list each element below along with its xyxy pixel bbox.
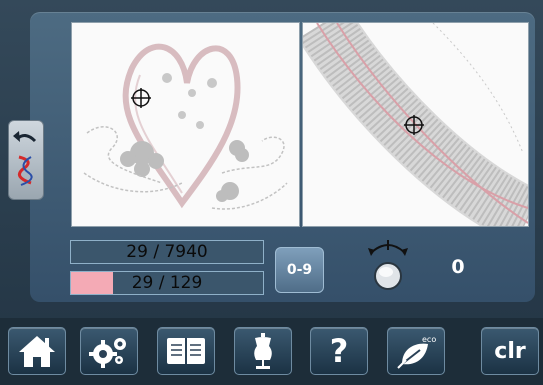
color-counter: 29 / 129 [70, 271, 264, 295]
book-icon [167, 338, 205, 364]
color-progress-fill [71, 272, 114, 294]
return-stitch-tab[interactable] [8, 120, 44, 200]
return-stitch-icon [13, 131, 37, 186]
knob-icon [368, 240, 408, 290]
settings-button[interactable] [80, 327, 138, 375]
stitch-knob[interactable] [366, 238, 410, 296]
stitch-detail-image [303, 23, 528, 226]
color-counter-text: 29 / 129 [131, 273, 203, 293]
knob-value: 0 [451, 256, 465, 278]
home-icon [19, 336, 55, 367]
leaf-icon: eco [397, 335, 436, 369]
gears-icon [89, 338, 126, 368]
question-icon: ? [329, 332, 349, 370]
home-button[interactable] [8, 327, 66, 375]
eco-label: eco [422, 335, 436, 344]
dress-form-icon [254, 333, 272, 369]
stitch-counter-text: 29 / 7940 [126, 242, 208, 262]
tutorial-button[interactable] [157, 327, 215, 375]
clear-button[interactable]: clr [481, 327, 539, 375]
number-entry-button[interactable]: 0-9 [275, 247, 324, 293]
embroidery-design-image [83, 43, 288, 210]
stitch-counter: 29 / 7940 [70, 240, 264, 264]
design-overview-preview[interactable] [71, 22, 300, 227]
crosshair-icon [131, 88, 151, 108]
design-button[interactable] [234, 327, 292, 375]
clear-label: clr [494, 338, 526, 364]
bottom-toolbar: ? eco clr [0, 318, 543, 385]
eco-button[interactable]: eco [387, 327, 445, 375]
help-button[interactable]: ? [310, 327, 368, 375]
stitch-zoom-preview[interactable] [302, 22, 529, 227]
